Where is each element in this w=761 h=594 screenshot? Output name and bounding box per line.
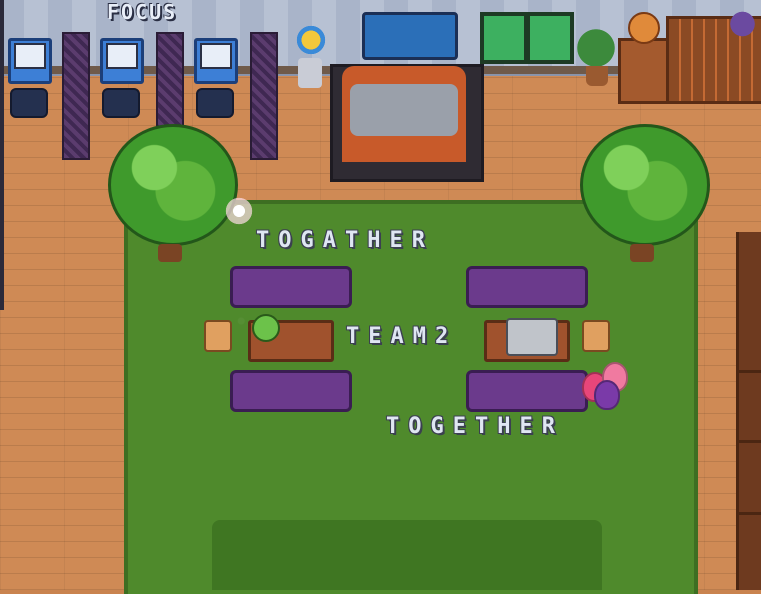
sofa-icon[interactable]: [230, 266, 352, 308]
sofa-icon[interactable]: [466, 370, 588, 412]
green-board-1[interactable]: [480, 12, 528, 64]
wall-screen-icon[interactable]: [362, 12, 458, 60]
tree-trunk: [630, 244, 654, 262]
monitor-icon: [106, 43, 138, 69]
sofa-icon[interactable]: [230, 370, 352, 412]
statue-icon: [296, 22, 326, 58]
tree-trunk: [158, 244, 182, 262]
chair-icon[interactable]: [10, 88, 48, 118]
purple-plant-icon: [724, 0, 761, 48]
monitor-icon: [14, 43, 46, 69]
chair-icon[interactable]: [196, 88, 234, 118]
balloon-icon: [594, 380, 620, 410]
monitor-icon: [200, 43, 232, 69]
green-board-2[interactable]: [526, 12, 574, 64]
cabinet: [618, 38, 670, 104]
shelf-divider: [736, 512, 761, 515]
player-avatar[interactable]: [252, 314, 280, 342]
chair-icon[interactable]: [102, 88, 140, 118]
armchair[interactable]: [582, 320, 610, 352]
plant-pot: [586, 66, 608, 86]
partition-3: [250, 32, 278, 160]
armchair[interactable]: [204, 320, 232, 352]
together-label-bottom: TOGETHER: [386, 414, 564, 439]
partition-1: [62, 32, 90, 160]
shelf-divider: [736, 370, 761, 373]
globe-icon[interactable]: [628, 12, 660, 44]
focus-desk-1[interactable]: [8, 38, 52, 84]
focus-desk-2[interactable]: [100, 38, 144, 84]
sofa-icon[interactable]: [466, 266, 588, 308]
hedge-patch: [212, 520, 602, 590]
pedestal: [298, 58, 322, 88]
shelf-divider: [736, 440, 761, 443]
focus-desk-3[interactable]: [194, 38, 238, 84]
left-edge: [0, 0, 4, 310]
together-label-top: TOGATHER: [256, 228, 434, 253]
focus-area-label: FOCUS: [107, 0, 178, 24]
game-object-icon[interactable]: [506, 318, 558, 356]
right-shelf: [736, 232, 761, 590]
tree-icon: [580, 124, 710, 246]
team-label: TEAM2: [346, 324, 458, 349]
booth-rug: [350, 84, 458, 136]
